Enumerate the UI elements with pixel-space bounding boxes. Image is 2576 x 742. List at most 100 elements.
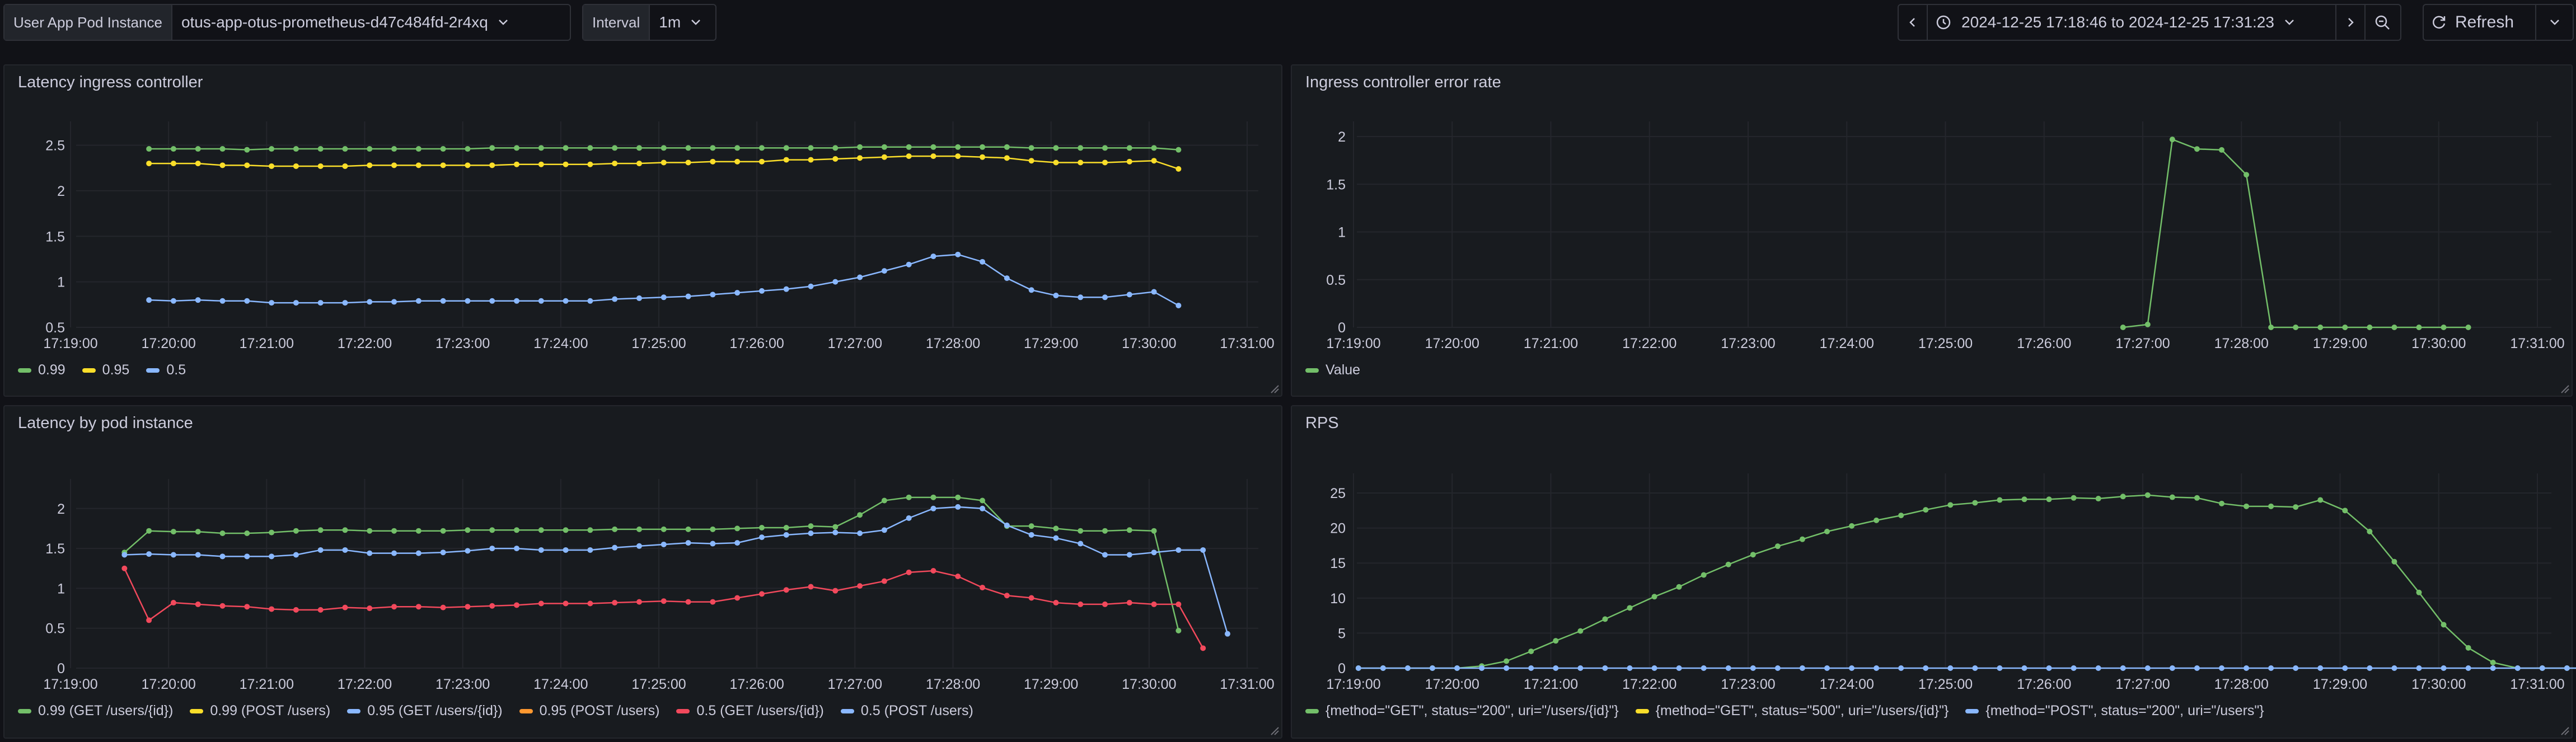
data-point [219, 530, 226, 536]
data-point [146, 551, 152, 557]
data-point [342, 547, 348, 553]
y-tick-label: 5 [1338, 626, 1346, 641]
data-point [1528, 648, 1534, 654]
data-point [685, 145, 691, 151]
data-point [612, 145, 618, 151]
data-point [2416, 665, 2422, 671]
data-point [710, 526, 716, 532]
data-point [514, 602, 520, 608]
legend-item[interactable]: {method="POST", status="200", uri="/user… [1965, 703, 2264, 719]
legend-item[interactable]: 0.99 (POST /users) [190, 703, 330, 719]
refresh-icon [2433, 16, 2446, 29]
legend-item[interactable]: 0.5 (GET /users/{id}) [676, 703, 824, 719]
legend-swatch [347, 708, 361, 713]
data-point [1430, 665, 1435, 671]
pod-instance-select[interactable]: otus-app-otus-prometheus-d47c484fd-2r4xq [172, 13, 517, 31]
data-point [1750, 665, 1756, 671]
y-tick-label: 0 [1338, 661, 1346, 677]
legend-swatch [146, 368, 160, 373]
data-point [2342, 325, 2348, 330]
grid [1353, 473, 2551, 669]
panel-latency-by-pod-instance: Latency by pod instance 0 0.5 1 1.5 2 17:19:0… [3, 405, 1282, 739]
data-point [1028, 532, 1034, 538]
resize-handle-icon[interactable] [2559, 725, 2569, 735]
data-point [1004, 275, 1010, 281]
x-tick-label: 17:19:00 [1326, 677, 1380, 692]
data-point [2244, 503, 2250, 509]
pod-instance-variable[interactable]: User App Pod Instance otus-app-otus-prom… [3, 4, 571, 41]
legend-swatch [1635, 708, 1649, 713]
data-point [1651, 665, 1657, 671]
data-point [930, 153, 936, 159]
data-point [832, 145, 839, 151]
data-point [1577, 665, 1584, 671]
legend-item[interactable]: 0.95 (GET /users/{id}) [347, 703, 503, 719]
data-point [1553, 665, 1559, 671]
refresh-interval-picker[interactable] [2536, 5, 2573, 40]
legend-item[interactable]: 0.95 [82, 362, 129, 378]
data-point [857, 512, 863, 518]
data-point [808, 145, 814, 151]
refresh-button[interactable]: Refresh [2424, 5, 2537, 40]
data-point [1004, 522, 1010, 528]
time-range-forward-button[interactable] [2335, 5, 2364, 40]
legend-item[interactable]: {method="GET", status="200", uri="/users… [1305, 703, 1619, 719]
data-point [269, 529, 275, 536]
data-point [538, 145, 544, 151]
data-point [661, 541, 667, 547]
chart-legend: 0.99 0.95 0.5 [18, 362, 186, 378]
data-point [563, 600, 569, 607]
chevron-down-icon [2550, 20, 2559, 25]
data-point [881, 527, 887, 533]
data-point [2539, 665, 2545, 671]
x-tick-label: 17:20:00 [142, 336, 196, 351]
data-point [783, 532, 789, 538]
legend-item[interactable]: 0.95 (POST /users) [519, 703, 660, 719]
x-tick-label: 17:19:00 [43, 677, 97, 692]
data-point [1874, 517, 1880, 523]
data-point [2169, 137, 2175, 143]
data-point [955, 153, 961, 159]
data-point [1126, 527, 1132, 533]
data-point [612, 544, 618, 551]
data-point [734, 595, 741, 601]
data-point [1078, 159, 1084, 166]
data-point [2268, 503, 2274, 509]
data-point [293, 163, 299, 169]
data-point [1028, 595, 1034, 601]
data-point [2144, 321, 2151, 327]
interval-variable[interactable]: Interval 1m [582, 4, 716, 41]
data-point [1701, 665, 1707, 671]
series-line [124, 496, 1179, 631]
chart-legend: {method="GET", status="200", uri="/users… [1305, 703, 2264, 719]
data-point [170, 552, 176, 558]
data-point [415, 528, 421, 534]
x-tick-label: 17:20:00 [1425, 336, 1479, 351]
legend-item[interactable]: 0.5 (POST /users) [840, 703, 973, 719]
data-point [1725, 561, 1731, 567]
data-point [489, 162, 495, 168]
resize-handle-icon[interactable] [1269, 725, 1279, 735]
data-point [636, 161, 642, 167]
legend-label: 0.99 (POST /users) [210, 703, 331, 718]
legend-item[interactable]: 0.5 [146, 362, 186, 378]
interval-select[interactable]: 1m [650, 13, 710, 31]
data-point [881, 497, 887, 504]
data-point [808, 530, 814, 536]
time-range-picker[interactable]: 2024-12-25 17:18:46 to 2024-12-25 17:31:… [1928, 13, 2335, 31]
legend-item[interactable]: 0.99 [18, 362, 65, 378]
data-point [906, 144, 912, 150]
data-point [1824, 528, 1830, 534]
data-point [1898, 513, 1904, 519]
zoom-out-button[interactable] [2364, 5, 2399, 40]
data-point [2490, 659, 2496, 665]
legend-item[interactable]: {method="GET", status="500", uri="/users… [1635, 703, 1949, 719]
resize-handle-icon[interactable] [1269, 383, 1279, 393]
data-point [758, 591, 765, 597]
x-tick-label: 17:29:00 [2313, 336, 2367, 351]
legend-item[interactable]: Value [1305, 362, 1360, 378]
time-range-back-button[interactable] [1899, 5, 1928, 40]
legend-label: 0.95 (POST /users) [539, 703, 660, 718]
legend-item[interactable]: 0.99 (GET /users/{id}) [18, 703, 173, 719]
resize-handle-icon[interactable] [2559, 383, 2569, 393]
